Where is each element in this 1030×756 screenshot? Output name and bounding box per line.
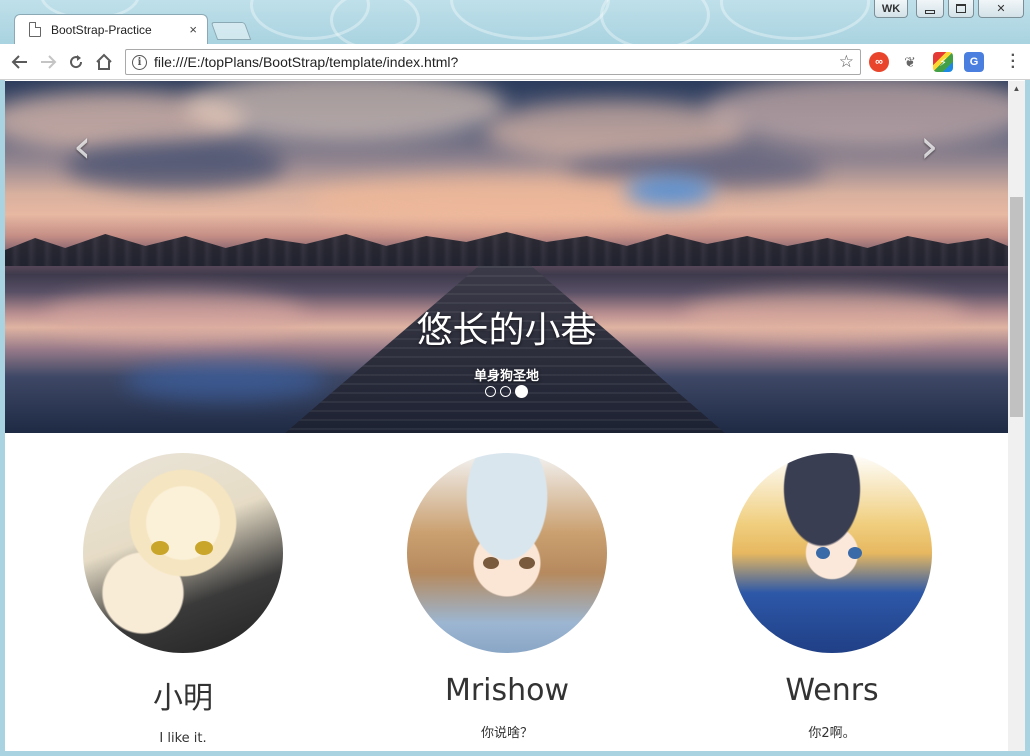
profile-name: 小明: [153, 681, 213, 716]
window-titlebar: BootStrap-Practice × WK ✕: [0, 0, 1030, 44]
avatar: [83, 453, 283, 653]
page-icon: [29, 22, 41, 37]
carousel-indicator-active[interactable]: [515, 385, 528, 398]
carousel-heading: 悠长的小巷: [416, 310, 597, 351]
window-frame-bottom: [0, 751, 1030, 756]
minimize-button[interactable]: [916, 0, 944, 18]
carousel-prev-button[interactable]: ‹: [73, 119, 91, 173]
carousel-indicator[interactable]: [500, 386, 511, 397]
maximize-button[interactable]: [948, 0, 974, 18]
carousel-next-button[interactable]: ›: [920, 119, 938, 173]
color-extension-icon[interactable]: ⚡: [933, 52, 953, 72]
info-icon[interactable]: i: [132, 54, 147, 70]
reload-button[interactable]: [62, 48, 90, 76]
scroll-up-arrow[interactable]: ▲: [1008, 81, 1025, 95]
forward-button[interactable]: [34, 48, 62, 76]
treeline: [5, 232, 1008, 266]
leaf-extension-icon[interactable]: ❦: [900, 52, 920, 72]
vertical-scrollbar[interactable]: ▲: [1008, 81, 1025, 751]
avatar: [407, 453, 607, 653]
profile-text: 你2啊。: [808, 726, 856, 741]
translate-extension-icon[interactable]: G: [964, 52, 984, 72]
profile-text: I like it.: [159, 731, 207, 746]
carousel-indicators: [5, 385, 1008, 398]
window-controls: WK ✕: [874, 0, 1024, 18]
browser-toolbar: i file:///E:/topPlans/BootStrap/template…: [0, 44, 1030, 80]
close-window-button[interactable]: ✕: [978, 0, 1024, 18]
profile-column: Wenrs 你2啊。: [665, 453, 999, 741]
scrollbar-thumb[interactable]: [1010, 197, 1023, 417]
page-viewport: ‹ › 悠长的小巷 单身狗圣地 小明 I like it. Mrishow 你说…: [5, 81, 1008, 751]
wk-extension-button[interactable]: WK: [874, 0, 908, 18]
tab-title: BootStrap-Practice: [51, 22, 152, 37]
bookmark-star-icon[interactable]: ☆: [839, 52, 854, 72]
tab-close-button[interactable]: ×: [189, 22, 197, 37]
carousel-indicator[interactable]: [485, 386, 496, 397]
carousel-caption: 悠长的小巷 单身狗圣地: [5, 301, 1008, 384]
carousel-subheading: 单身狗圣地: [473, 369, 539, 384]
window-frame-right: [1025, 80, 1030, 756]
profile-column: Mrishow 你说啥？: [340, 453, 674, 741]
infinity-extension-icon[interactable]: ∞: [869, 52, 889, 72]
profile-name: Mrishow: [444, 673, 570, 708]
profile-column: 小明 I like it.: [16, 453, 350, 746]
new-tab-button[interactable]: [210, 22, 252, 40]
profile-name: Wenrs: [785, 673, 879, 708]
avatar: [732, 453, 932, 653]
back-button[interactable]: [6, 48, 34, 76]
url-text[interactable]: file:///E:/topPlans/BootStrap/template/i…: [154, 54, 839, 70]
browser-tab[interactable]: BootStrap-Practice ×: [14, 14, 208, 44]
carousel: ‹ › 悠长的小巷 单身狗圣地: [5, 81, 1008, 433]
menu-icon[interactable]: · · ·: [1011, 48, 1016, 76]
home-button[interactable]: [90, 48, 118, 76]
address-bar[interactable]: i file:///E:/topPlans/BootStrap/template…: [125, 49, 861, 75]
profile-text: 你说啥？: [480, 726, 533, 741]
